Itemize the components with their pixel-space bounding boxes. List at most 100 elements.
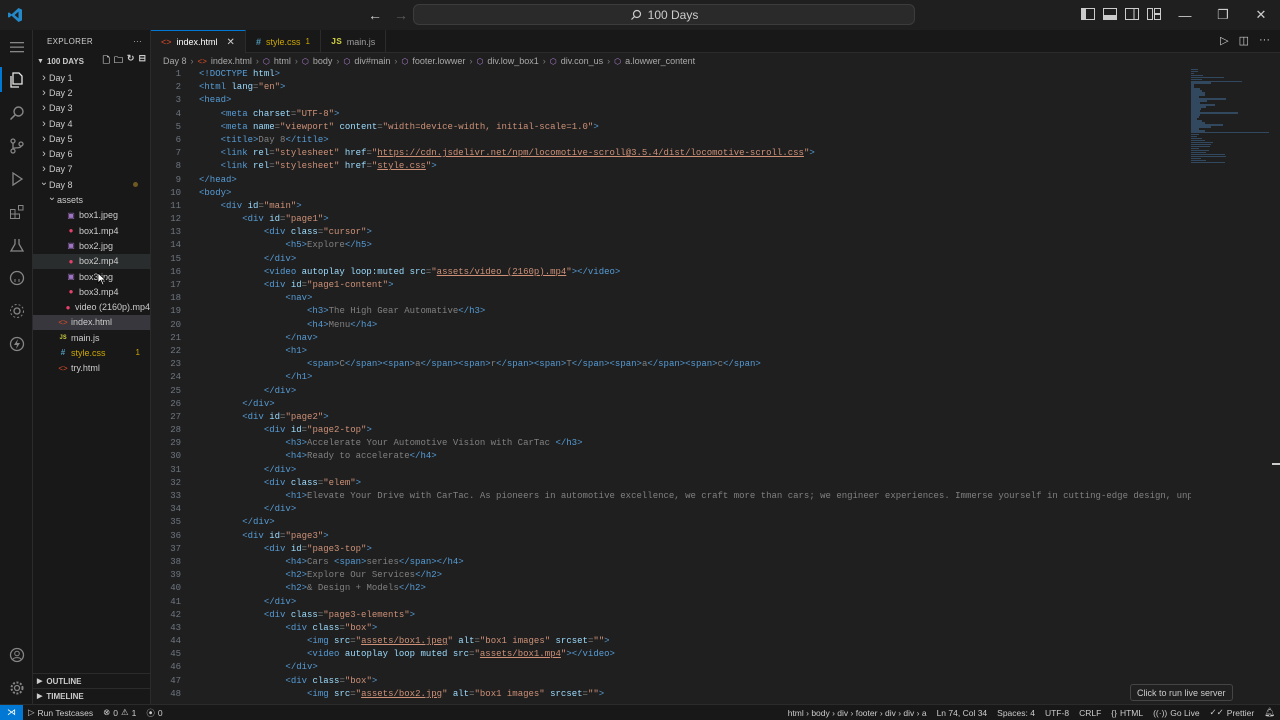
toggle-secondary-sidebar-icon[interactable] (1124, 5, 1140, 23)
code-line[interactable]: 29 <h3>Accelerate Your Automotive Vision… (151, 437, 1191, 450)
more-actions-icon[interactable]: ··· (133, 37, 142, 46)
go-live-button[interactable]: ((·)) Go Live (1148, 708, 1204, 718)
code-line[interactable]: 39 <h2>Explore Our Services</h2> (151, 569, 1191, 582)
github-icon[interactable] (0, 261, 33, 294)
problems-indicator[interactable]: ⊗ 0 ⚠ 1 (98, 707, 141, 718)
code-line[interactable]: 6 <title>Day 8</title> (151, 134, 1191, 147)
timeline-section[interactable]: ▶ TIMELINE (33, 688, 150, 703)
minimize-icon[interactable]: — (1166, 0, 1204, 30)
tree-item[interactable]: ▣ box3.jpg (33, 269, 150, 284)
code-line[interactable]: 36 <div id="page3"> (151, 530, 1191, 543)
tab-main-js[interactable]: JS main.js (321, 30, 387, 53)
code-line[interactable]: 41 </div> (151, 596, 1191, 609)
code-line[interactable]: 16 <video autoplay loop:muted src="asset… (151, 266, 1191, 279)
search-activity-icon[interactable] (0, 96, 33, 129)
run-icon[interactable]: ▷ (1220, 34, 1228, 47)
tree-item[interactable]: JS main.js (33, 330, 150, 345)
forward-arrow-icon[interactable]: → (390, 4, 412, 26)
code-line[interactable]: 18 <nav> (151, 292, 1191, 305)
code-line[interactable]: 21 </nav> (151, 332, 1191, 345)
tree-item[interactable]: › Day 6 (33, 146, 150, 161)
cursor-position[interactable]: Ln 74, Col 34 (932, 708, 993, 718)
tree-item[interactable]: <> index.html (33, 314, 150, 331)
tab-index-html[interactable]: <> index.html ✕ (151, 30, 246, 53)
menu-icon[interactable] (0, 30, 33, 63)
account-icon[interactable] (0, 638, 33, 671)
breadcrumb-item[interactable]: html (274, 56, 291, 66)
remote-indicator-icon[interactable]: ⋊ (0, 704, 23, 720)
settings-gear-icon[interactable] (0, 671, 33, 704)
code-line[interactable]: 28 <div id="page2-top"> (151, 424, 1191, 437)
code-line[interactable]: 22 <h1> (151, 345, 1191, 358)
breadcrumb-item[interactable]: Day 8 (163, 56, 187, 66)
breadcrumb-item[interactable]: div.con_us (561, 56, 603, 66)
indentation[interactable]: Spaces: 4 (992, 708, 1040, 718)
code-line[interactable]: 10 <body> (151, 187, 1191, 200)
code-line[interactable]: 48 <img src="assets/box2.jpg" alt="box1 … (151, 688, 1191, 701)
code-editor[interactable]: 1 <!DOCTYPE html> 2 <html lang="en"> 3 <head>… (151, 68, 1191, 704)
code-line[interactable]: 12 <div id="page1"> (151, 213, 1191, 226)
code-line[interactable]: 24 </h1> (151, 371, 1191, 384)
tab-style-css[interactable]: # style.css 1 (246, 30, 321, 53)
tree-item[interactable]: › Day 1 (33, 70, 150, 85)
tree-item[interactable]: › Day 4 (33, 116, 150, 131)
restore-icon[interactable]: ❐ (1204, 0, 1242, 30)
tree-item[interactable]: › Day 3 (33, 101, 150, 116)
language-mode[interactable]: {} HTML (1106, 708, 1148, 718)
tree-item[interactable]: ⌄ Day 8 (33, 177, 150, 192)
code-line[interactable]: 8 <link rel="stylesheet" href="style.css… (151, 160, 1191, 173)
code-line[interactable]: 4 <meta charset="UTF-8"> (151, 108, 1191, 121)
breadcrumb-item[interactable]: footer.lowwer (412, 56, 465, 66)
code-line[interactable]: 13 <div class="cursor"> (151, 226, 1191, 239)
code-line[interactable]: 20 <h4>Menu</h4> (151, 319, 1191, 332)
code-line[interactable]: 35 </div> (151, 516, 1191, 529)
end-of-line[interactable]: CRLF (1074, 708, 1106, 718)
prettier-status[interactable]: ✓✓ Prettier (1205, 707, 1260, 718)
tree-item[interactable]: ● box3.mp4 (33, 284, 150, 299)
code-line[interactable]: 3 <head> (151, 94, 1191, 107)
tree-item[interactable]: › Day 5 (33, 131, 150, 146)
tree-item[interactable]: › Day 2 (33, 85, 150, 100)
minimap[interactable] (1191, 68, 1271, 198)
code-line[interactable]: 27 <div id="page2"> (151, 411, 1191, 424)
code-line[interactable]: 31 </div> (151, 464, 1191, 477)
tree-item[interactable]: ● box2.mp4 (33, 253, 150, 269)
customize-layout-icon[interactable] (1146, 5, 1162, 23)
code-line[interactable]: 42 <div class="page3-elements"> (151, 609, 1191, 622)
tree-item[interactable]: ▣ box1.jpeg (33, 208, 150, 223)
code-line[interactable]: 19 <h3>The High Gear Automative</h3> (151, 305, 1191, 318)
code-line[interactable]: 25 </div> (151, 385, 1191, 398)
run-debug-icon[interactable] (0, 162, 33, 195)
code-line[interactable]: 14 <h5>Explore</h5> (151, 239, 1191, 252)
collapse-all-icon[interactable]: ⊟ (138, 53, 146, 69)
code-line[interactable]: 38 <h4>Cars <span>series</span></h4> (151, 556, 1191, 569)
code-line[interactable]: 40 <h2>& Design + Models</h2> (151, 582, 1191, 595)
code-line[interactable]: 37 <div id="page3-top"> (151, 543, 1191, 556)
code-line[interactable]: 45 <video autoplay loop muted src="asset… (151, 648, 1191, 661)
code-line[interactable]: 32 <div class="elem"> (151, 477, 1191, 490)
encoding[interactable]: UTF-8 (1040, 708, 1074, 718)
code-line[interactable]: 9 </head> (151, 174, 1191, 187)
code-line[interactable]: 46 </div> (151, 661, 1191, 674)
code-line[interactable]: 33 <h1>Elevate Your Drive with CarTac. A… (151, 490, 1191, 503)
code-line[interactable]: 11 <div id="main"> (151, 200, 1191, 213)
element-path[interactable]: html › body › div › footer › div › div ›… (783, 708, 932, 718)
tree-item[interactable]: › Day 7 (33, 162, 150, 177)
source-control-icon[interactable] (0, 129, 33, 162)
editor-scrollbar[interactable] (1270, 68, 1280, 704)
tree-item[interactable]: ▣ box2.jpg (33, 238, 150, 253)
tree-item[interactable]: ● video (2160p).mp4 (33, 299, 150, 314)
close-window-icon[interactable]: ✕ (1242, 0, 1280, 30)
code-line[interactable]: 26 </div> (151, 398, 1191, 411)
split-editor-icon[interactable]: ◫ (1239, 34, 1249, 47)
outline-section[interactable]: ▶ OUTLINE (33, 673, 150, 688)
code-line[interactable]: 15 </div> (151, 253, 1191, 266)
code-line[interactable]: 34 </div> (151, 503, 1191, 516)
code-line[interactable]: 47 <div class="box"> (151, 675, 1191, 688)
code-line[interactable]: 1 <!DOCTYPE html> (151, 68, 1191, 81)
more-actions-icon[interactable]: ··· (1259, 34, 1270, 47)
tree-item[interactable]: ⌄ assets (33, 192, 150, 207)
refresh-icon[interactable]: ↻ (127, 53, 135, 69)
code-line[interactable]: 43 <div class="box"> (151, 622, 1191, 635)
workspace-root[interactable]: ▼ 100 DAYS 🗋 🗀 ↻ ⊟ (33, 52, 150, 70)
